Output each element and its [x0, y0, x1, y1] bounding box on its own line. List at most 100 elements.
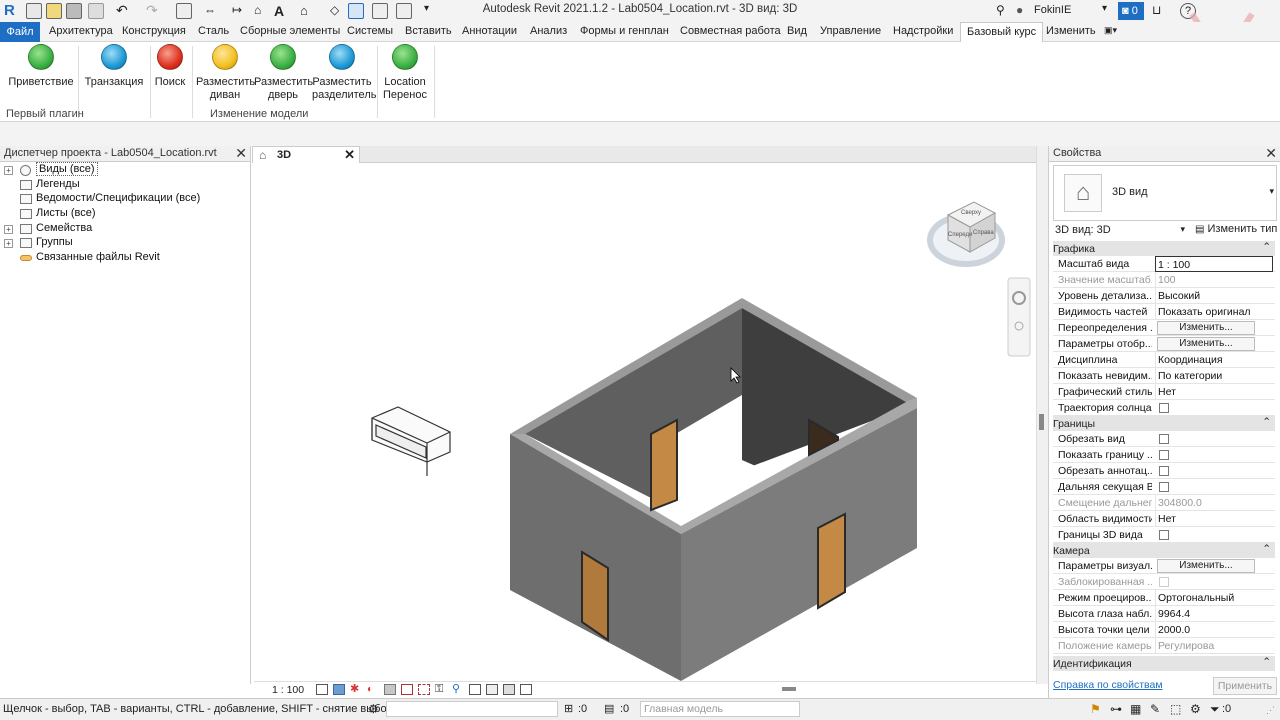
tree-item-revit-links[interactable]: Связанные файлы Revit: [0, 251, 250, 266]
properties-help-link[interactable]: Справка по свойствам: [1053, 679, 1163, 691]
scroll-thumb[interactable]: [1039, 414, 1044, 430]
close-icon[interactable]: ✕: [235, 145, 247, 162]
welcome-button[interactable]: Приветствие: [8, 44, 74, 89]
tree-item-sheets[interactable]: Листы (все): [0, 207, 250, 222]
view-scrollbar[interactable]: [1036, 146, 1048, 684]
view-scale[interactable]: 1 : 100: [272, 684, 304, 696]
expand-icon[interactable]: +: [4, 166, 13, 175]
design-option-dropdown[interactable]: Главная модель: [640, 701, 800, 717]
reveal-hidden-icon[interactable]: [469, 684, 481, 695]
chevron-down-icon[interactable]: ▾: [1180, 224, 1185, 235]
tab-systems[interactable]: Системы: [347, 25, 393, 37]
tab-insert[interactable]: Вставить: [405, 25, 452, 37]
render-icon[interactable]: [384, 684, 396, 695]
analytical-icon[interactable]: [520, 684, 532, 695]
tab-precast[interactable]: Сборные элементы: [240, 25, 340, 37]
annotation-crop-checkbox[interactable]: [1159, 466, 1169, 476]
tab-view[interactable]: Вид: [787, 25, 807, 37]
worksharing-icon[interactable]: [503, 684, 515, 695]
door-back[interactable]: [650, 418, 678, 512]
temp-hide-icon[interactable]: ⚲: [452, 684, 464, 695]
edit-type-button[interactable]: ▤ Изменить тип: [1195, 223, 1279, 239]
3d-viewport[interactable]: Сверху Спереди Справа: [254, 163, 1036, 681]
sun-path-icon[interactable]: ✱: [350, 684, 362, 695]
expand-icon[interactable]: +: [4, 224, 13, 234]
select-pinned-icon[interactable]: ✎: [1150, 702, 1160, 716]
select-by-face-icon[interactable]: ⬚: [1170, 702, 1181, 716]
detail-level-icon[interactable]: [316, 684, 328, 695]
edit-display-button[interactable]: Изменить...: [1157, 337, 1255, 351]
tab-analyze[interactable]: Анализ: [530, 25, 567, 37]
notifications-badge[interactable]: ◙ 0: [1118, 2, 1144, 20]
sun-path-checkbox[interactable]: [1159, 403, 1169, 413]
selection-filter-icon[interactable]: ⊞: [564, 702, 573, 715]
collapse-icon[interactable]: ⌃: [1262, 656, 1271, 668]
section-box-checkbox[interactable]: [1159, 530, 1169, 540]
tree-item-legends[interactable]: Легенды: [0, 178, 250, 193]
apply-button[interactable]: Применить: [1213, 677, 1277, 695]
unlock-3d-icon[interactable]: ⚿: [435, 684, 447, 695]
tab-massing[interactable]: Формы и генплан: [580, 25, 669, 37]
user-icon[interactable]: ●: [1016, 3, 1032, 19]
tree-item-schedules[interactable]: Ведомости/Спецификации (все): [0, 192, 250, 207]
location-move-button[interactable]: Location Перенос: [380, 44, 430, 102]
tab-basic-course[interactable]: Базовый курс: [960, 22, 1044, 42]
view-tab-3d[interactable]: ⌂ 3D ✕: [252, 146, 360, 163]
section-identity[interactable]: Идентификация ⌃: [1053, 656, 1275, 671]
tab-manage[interactable]: Управление: [820, 25, 881, 37]
close-icon[interactable]: ✕: [344, 147, 355, 163]
navigation-bar[interactable]: [1007, 277, 1031, 357]
search-button[interactable]: Поиск: [152, 44, 188, 89]
select-underlay-icon[interactable]: ▦: [1130, 702, 1141, 716]
crop-visible-checkbox[interactable]: [1159, 450, 1169, 460]
filter-icon[interactable]: ⏷: [1210, 702, 1220, 717]
search-icon[interactable]: ⚲: [996, 3, 1012, 19]
tab-structure[interactable]: Конструкция: [122, 25, 186, 37]
temp-properties-icon[interactable]: [486, 684, 498, 695]
workset-icon[interactable]: ⚙: [368, 702, 379, 716]
cart-icon[interactable]: ⊔: [1152, 3, 1168, 19]
transaction-button[interactable]: Транзакция: [82, 44, 146, 89]
view-instance-selector[interactable]: 3D вид: 3D ▾: [1053, 223, 1187, 239]
door-front-right[interactable]: [817, 512, 846, 610]
show-crop-icon[interactable]: [418, 684, 430, 695]
type-dropdown-icon[interactable]: ▾: [1269, 186, 1274, 197]
tab-modify[interactable]: Изменить: [1046, 25, 1096, 37]
horizontal-scroll-thumb[interactable]: [782, 687, 796, 691]
collapse-icon[interactable]: ⌃: [1262, 241, 1271, 253]
crop-view-checkbox[interactable]: [1159, 434, 1169, 444]
type-selector[interactable]: ⌂ 3D вид ▾: [1053, 165, 1277, 221]
tab-steel[interactable]: Сталь: [198, 25, 229, 37]
drag-elements-icon[interactable]: ⚙: [1190, 702, 1201, 716]
tab-annotate[interactable]: Аннотации: [462, 25, 517, 37]
workset-dropdown[interactable]: [386, 701, 558, 717]
ribbon-minimize-icon[interactable]: ▣▾: [1104, 25, 1117, 36]
visual-style-icon[interactable]: [333, 684, 345, 695]
section-graphics[interactable]: Графика ⌃: [1053, 241, 1275, 256]
crop-view-icon[interactable]: [401, 684, 413, 695]
tab-file[interactable]: Файл: [0, 22, 40, 42]
building-model[interactable]: [510, 298, 917, 681]
user-dropdown-icon[interactable]: ▾: [1102, 3, 1107, 14]
view-controls-icons[interactable]: ✱ ◐ ⚿ ⚲: [316, 684, 546, 696]
tree-item-groups[interactable]: + Группы: [0, 236, 250, 251]
edit-render-button[interactable]: Изменить...: [1157, 559, 1255, 573]
tab-collaborate[interactable]: Совместная работа: [680, 25, 781, 37]
select-links-icon[interactable]: ⊶: [1110, 702, 1122, 716]
sofa-model[interactable]: [371, 406, 451, 476]
section-extents[interactable]: Границы ⌃: [1053, 416, 1275, 431]
design-options-icon[interactable]: ▤: [604, 702, 614, 715]
close-icon[interactable]: ✕: [1265, 145, 1277, 162]
section-camera[interactable]: Камера ⌃: [1053, 543, 1275, 558]
place-door-button[interactable]: Разместить дверь: [254, 44, 313, 102]
editable-only-icon[interactable]: ⚑: [1090, 702, 1101, 716]
model-canvas[interactable]: Сверху Спереди Справа: [254, 163, 1036, 681]
resize-grip-icon[interactable]: ⋰: [1266, 705, 1275, 716]
far-clip-checkbox[interactable]: [1159, 482, 1169, 492]
edit-overrides-button[interactable]: Изменить...: [1157, 321, 1255, 335]
shadows-icon[interactable]: ◐: [367, 684, 379, 695]
collapse-icon[interactable]: ⌃: [1262, 543, 1271, 555]
tree-item-views[interactable]: + Виды (все): [0, 162, 250, 178]
place-separator-button[interactable]: Разместить разделитель: [312, 44, 376, 102]
user-name[interactable]: FokinIE: [1034, 4, 1071, 16]
